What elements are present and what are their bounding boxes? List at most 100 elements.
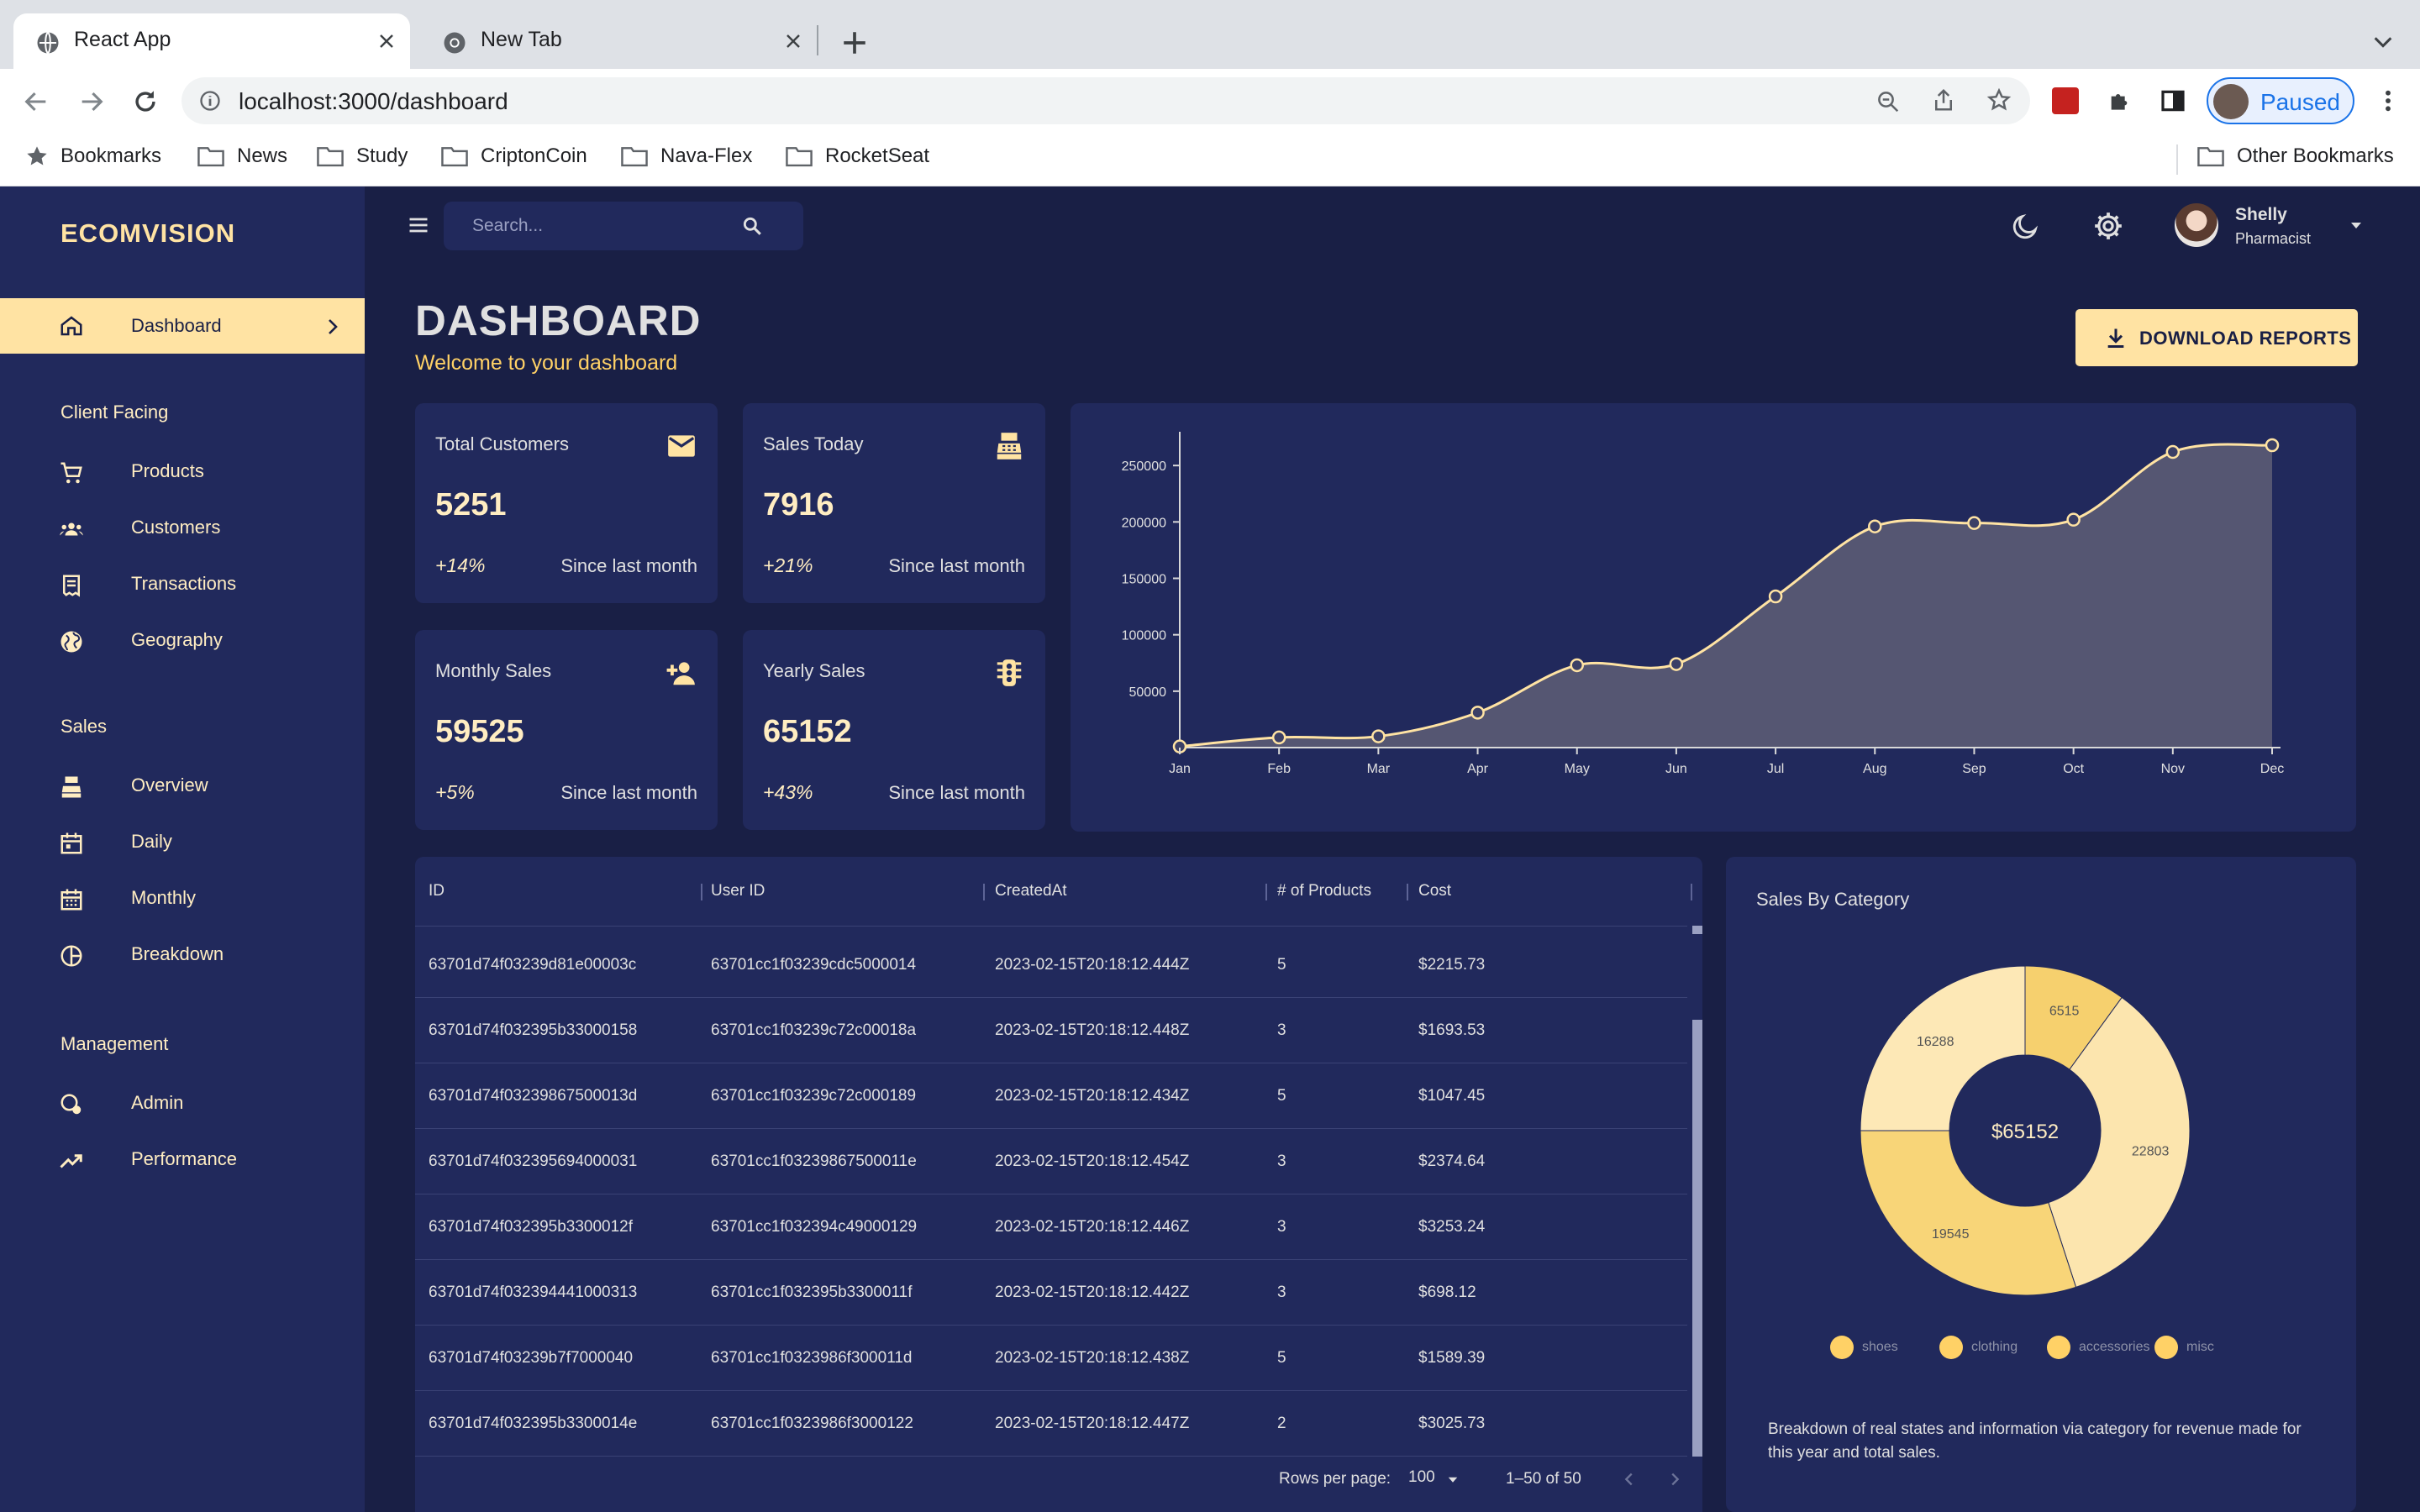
rows-per-page-select[interactable]: 100 [1408,1468,1435,1487]
column-separator[interactable] [983,884,985,900]
legend-item-accessories[interactable]: accessories [2047,1336,2149,1359]
zoom-out-icon[interactable] [1876,89,1901,114]
column-header-user-id[interactable]: User ID [711,882,765,900]
stat-card-total-customers: Total Customers 5251 +14% Since last mon… [415,403,718,603]
column-separator[interactable] [1691,884,1692,900]
chevron-left-icon[interactable] [1620,1470,1639,1488]
bookmark-other[interactable]: Other Bookmarks [2196,144,2394,168]
arrow-drop-down-icon[interactable] [1445,1472,1460,1487]
table-row[interactable]: 63701d74f03239b7f7000040 63701cc1f032398… [415,1326,1687,1391]
share-icon[interactable] [1931,87,1956,113]
search-icon[interactable] [741,215,763,237]
legend-item-misc[interactable]: misc [2154,1336,2214,1359]
cell-products: 3 [1277,1284,1286,1301]
menu-icon[interactable] [407,213,430,237]
cart-icon [60,462,82,484]
address-bar[interactable]: localhost:3000/dashboard [182,77,2030,124]
traffic-icon [997,659,1022,686]
download-reports-button[interactable]: DOWNLOAD REPORTS [2075,309,2358,366]
tab-divider [817,25,818,55]
column-separator[interactable] [1265,884,1267,900]
info-icon[interactable] [198,89,222,113]
search-placeholder: Search... [472,216,544,235]
table-row[interactable]: 63701d74f032395694000031 63701cc1f032398… [415,1129,1687,1194]
forward-icon[interactable] [77,87,106,116]
table-row[interactable]: 63701d74f032395b3300012f 63701cc1f032394… [415,1194,1687,1260]
sidebar-item-label: Geography [131,629,223,650]
sidebar-item-overview[interactable]: Overview [0,758,365,813]
sidebar-item-customers[interactable]: Customers [0,500,365,555]
close-icon[interactable] [376,31,397,51]
data-point [1967,516,1981,530]
sidebar-item-performance[interactable]: Performance [0,1131,365,1187]
dark-mode-icon[interactable] [2012,212,2040,240]
legend-item-clothing[interactable]: clothing [1939,1336,2018,1359]
bookmark-nava-flex[interactable]: Nava-Flex [620,144,752,168]
chevron-right-icon[interactable] [1665,1470,1684,1488]
more-vert-icon[interactable] [2375,87,2402,114]
stat-title: Sales Today [763,433,864,454]
scrollbar-track[interactable] [1691,926,1702,1463]
sidebar-item-breakdown[interactable]: Breakdown [0,927,365,982]
table-row[interactable]: 63701d74f032394441000313 63701cc1f032395… [415,1260,1687,1326]
browser-toolbar: localhost:3000/dashboard Paused [0,69,2420,133]
table-row[interactable]: 63701d74f03239867500013d 63701cc1f03239c… [415,1063,1687,1129]
area-fill [1180,444,2272,748]
x-tick-label: Feb [1267,762,1291,776]
bookmark-study[interactable]: Study [316,144,408,168]
bookmark-rocketseat[interactable]: RocketSeat [785,144,929,168]
bookmark-news[interactable]: News [197,144,287,168]
column-header-products[interactable]: # of Products [1277,882,1371,900]
column-header-id[interactable]: ID [429,882,445,900]
download-label: DOWNLOAD REPORTS [2139,328,2352,349]
sidebar-item-admin[interactable]: Admin [0,1075,365,1131]
x-tick-label: Sep [1962,762,1986,776]
pie-slice-accessories [1860,1130,2077,1296]
arrow-drop-down-icon[interactable] [2346,215,2366,235]
avatar [2213,84,2249,119]
brand-logo: ECOMVISION [60,218,236,248]
close-icon[interactable] [783,31,803,51]
tab-react-app[interactable]: React App [13,13,410,69]
bookmark-bookmarks[interactable]: Bookmarks [25,144,161,168]
profile-button[interactable]: Paused [2207,77,2354,124]
email-icon [668,435,695,457]
home-icon [60,316,82,336]
new-tab-icon[interactable] [840,29,869,57]
side-panel-icon[interactable] [2160,87,2186,114]
gear-icon[interactable] [2092,210,2124,242]
url-text: localhost:3000/dashboard [239,88,508,114]
sidebar-item-transactions[interactable]: Transactions [0,556,365,612]
puzzle-icon[interactable] [2106,87,2133,114]
page-subtitle: Welcome to your dashboard [415,351,678,375]
back-icon[interactable] [22,87,50,116]
table-row[interactable]: 63701d74f03239d81e00003c 63701cc1f03239c… [415,932,1687,998]
scrollbar-thumb[interactable] [1692,1020,1702,1457]
folder-icon [441,147,468,167]
column-separator[interactable] [701,884,702,900]
sidebar-item-monthly[interactable]: Monthly [0,870,365,926]
sales-line-chart-card: 50000 100000 150000 200000 250000 Jan Feb Mar Ap… [1071,403,2356,832]
legend-item-shoes[interactable]: shoes [1830,1336,1898,1359]
sidebar-item-geography[interactable]: Geography [0,612,365,668]
reload-icon[interactable] [131,87,160,116]
search-input[interactable]: Search... [444,202,803,250]
column-separator[interactable] [1407,884,1408,900]
star-icon[interactable] [1986,87,2012,113]
tab-new-tab[interactable]: New Tab [420,13,817,69]
column-header-created-at[interactable]: CreatedAt [995,882,1067,900]
download-icon [2107,328,2124,349]
chevron-down-icon[interactable] [2371,30,2395,54]
sidebar-item-dashboard[interactable]: Dashboard [0,298,365,354]
x-tick-label: Apr [1467,762,1489,776]
scrollbar-top[interactable] [1692,926,1702,934]
avatar[interactable] [2175,203,2218,247]
cell-products: 5 [1277,1349,1286,1367]
sidebar-item-products[interactable]: Products [0,444,365,499]
table-row[interactable]: 63701d74f032395b33000158 63701cc1f03239c… [415,998,1687,1063]
sidebar-item-daily[interactable]: Daily [0,814,365,869]
bookmark-criptoncoin[interactable]: CriptonCoin [440,144,587,168]
table-row[interactable]: 63701d74f032395b3300014e 63701cc1f032398… [415,1391,1687,1457]
column-header-cost[interactable]: Cost [1418,882,1451,900]
extension-icon[interactable] [2052,87,2079,114]
